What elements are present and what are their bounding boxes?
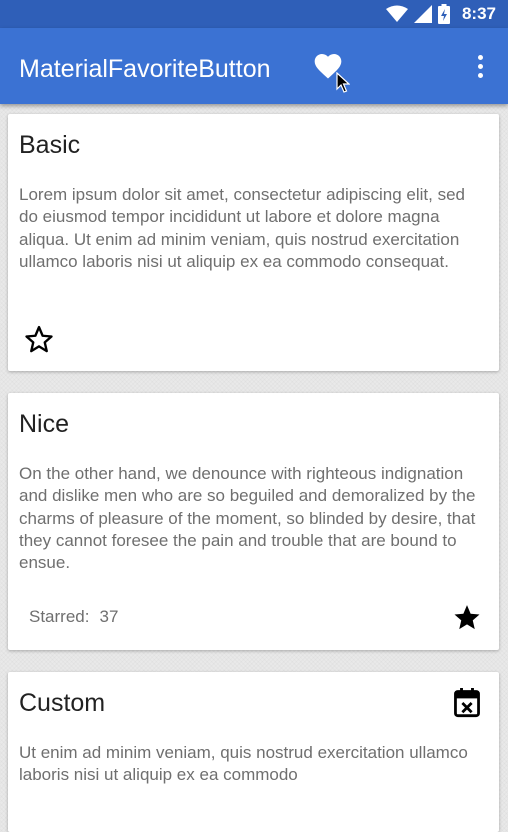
signal-icon [413, 5, 432, 23]
status-icons: 8:37 [385, 3, 496, 25]
wifi-icon [385, 5, 408, 22]
app-title: MaterialFavoriteButton [19, 55, 271, 83]
status-bar: 8:37 [0, 0, 508, 28]
app-bar: MaterialFavoriteButton [0, 28, 508, 104]
battery-icon [437, 4, 450, 24]
card-body: On the other hand, we denounce with righ… [19, 464, 476, 573]
starred-count: 37 [99, 607, 119, 626]
card-nice: Nice On the other hand, we denounce with… [8, 393, 499, 650]
card-custom: Custom Ut enim ad minim veniam, quis nos… [8, 672, 499, 832]
card-basic: Basic Lorem ipsum dolor sit amet, consec… [8, 114, 499, 371]
overflow-menu-icon[interactable] [468, 52, 492, 80]
star-filled-icon[interactable] [452, 602, 482, 632]
status-time: 8:37 [461, 4, 496, 23]
card-title: Custom [19, 689, 106, 717]
starred-label: Starred: [29, 607, 90, 626]
mouse-cursor-icon [336, 72, 350, 93]
card-title: Basic [19, 131, 81, 159]
card-body: Ut enim ad minim veniam, quis nostrud ex… [19, 743, 468, 785]
starred-counter: Starred: 37 [29, 607, 118, 627]
calendar-remove-icon[interactable] [453, 688, 481, 718]
star-outline-icon[interactable] [24, 324, 54, 354]
card-title: Nice [19, 410, 70, 438]
card-body: Lorem ipsum dolor sit amet, consectetur … [19, 185, 465, 271]
